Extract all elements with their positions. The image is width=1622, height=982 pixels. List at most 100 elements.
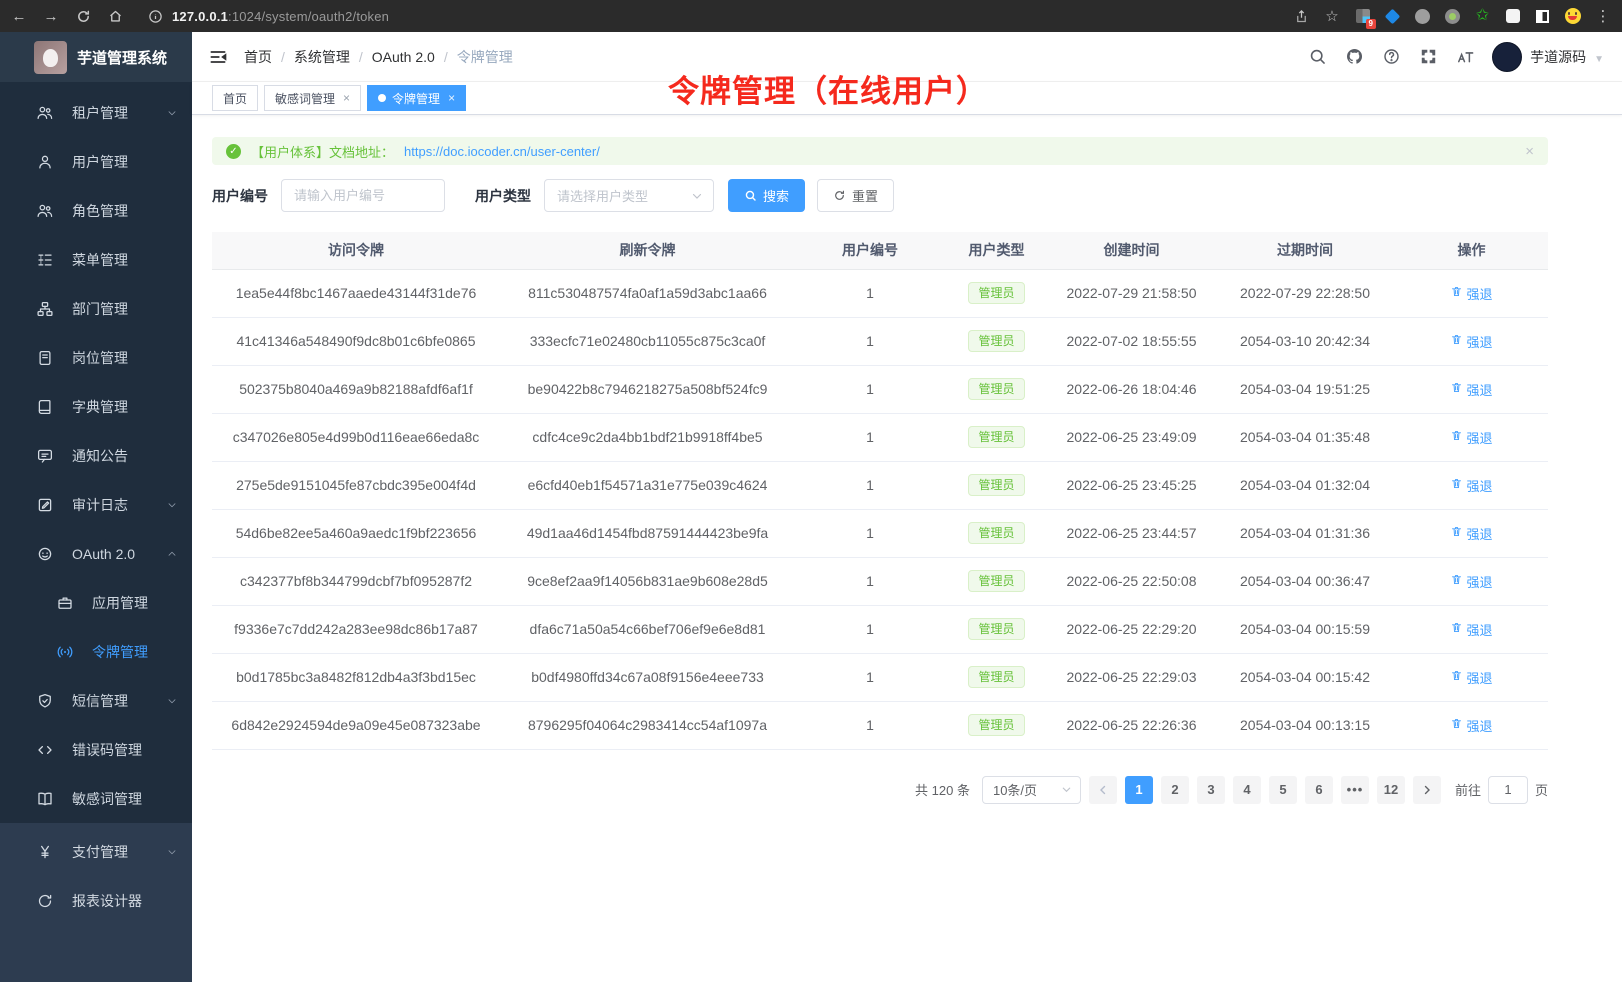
force-logout-button[interactable]: 强退 [1450, 716, 1492, 735]
reading-list-icon[interactable] [1534, 8, 1551, 25]
audit-icon [36, 496, 54, 514]
sidebar-item-post[interactable]: 岗位管理 [0, 333, 192, 382]
doc-link[interactable]: https://doc.iocoder.cn/user-center/ [404, 144, 600, 159]
force-logout-button[interactable]: 强退 [1450, 668, 1492, 687]
prev-page-button[interactable] [1089, 776, 1117, 804]
extension-gem-icon[interactable] [1384, 8, 1401, 25]
search-icon[interactable] [1307, 47, 1327, 67]
breadcrumb-item[interactable]: 首页 [244, 47, 272, 67]
force-logout-button[interactable]: 强退 [1450, 572, 1492, 591]
sidebar-item-oauth2[interactable]: OAuth 2.0 [0, 529, 192, 578]
fullscreen-icon[interactable] [1418, 47, 1438, 67]
extension-circle-icon[interactable] [1414, 8, 1431, 25]
trash-icon [1450, 621, 1463, 637]
tab-home[interactable]: 首页 [212, 85, 258, 111]
search-button[interactable]: 搜索 [728, 179, 805, 212]
extension-record-icon[interactable] [1444, 8, 1461, 25]
force-logout-button[interactable]: 强退 [1450, 380, 1492, 399]
sidebar-item-menu[interactable]: 菜单管理 [0, 235, 192, 284]
bookmark-star-icon[interactable]: ☆ [1323, 7, 1341, 25]
alert-close-icon[interactable]: × [1525, 143, 1534, 160]
sidebar-item-oauth2-token[interactable]: 令牌管理 [0, 627, 192, 676]
extension-grid-icon[interactable]: 9 [1354, 8, 1371, 25]
breadcrumb-item[interactable]: 系统管理 [294, 47, 350, 67]
back-icon[interactable]: ← [10, 7, 28, 25]
user-type-select[interactable]: 请选择用户类型 [544, 179, 714, 212]
user-menu[interactable]: 芋道源码 ▼ [1492, 42, 1604, 72]
page-button-6[interactable]: 6 [1305, 776, 1333, 804]
search-button-label: 搜索 [763, 186, 789, 205]
created-time-cell: 2022-06-25 22:29:03 [1048, 653, 1215, 701]
close-icon[interactable]: × [343, 91, 350, 105]
sidebar-item-sensitive[interactable]: 敏感词管理 [0, 774, 192, 823]
reset-button[interactable]: 重置 [817, 179, 894, 212]
access-token-cell: 6d842e2924594de9a09e45e087323abe [212, 701, 500, 749]
page-button-3[interactable]: 3 [1197, 776, 1225, 804]
refresh-token-cell: 811c530487574fa0af1a59d3abc1aa66 [500, 269, 795, 317]
extension-badge: 9 [1366, 19, 1376, 29]
url-text: 127.0.0.1:1024/system/oauth2/token [172, 9, 389, 24]
page-ellipsis[interactable]: ••• [1341, 776, 1369, 804]
font-size-icon[interactable] [1455, 47, 1475, 67]
sidebar-item-label: 岗位管理 [72, 348, 178, 368]
user-type-tag: 管理员 [968, 378, 1024, 400]
user-type-cell: 管理员 [945, 605, 1048, 653]
sidebar-item-dept[interactable]: 部门管理 [0, 284, 192, 333]
page-button-5[interactable]: 5 [1269, 776, 1297, 804]
user-type-cell: 管理员 [945, 317, 1048, 365]
created-time-cell: 2022-06-25 22:50:08 [1048, 557, 1215, 605]
dict-icon [36, 398, 54, 416]
force-logout-label: 强退 [1466, 428, 1492, 447]
action-cell: 强退 [1395, 701, 1548, 749]
github-icon[interactable] [1344, 47, 1364, 67]
force-logout-button[interactable]: 强退 [1450, 284, 1492, 303]
close-icon[interactable]: × [448, 91, 455, 105]
profile-emoji-icon[interactable] [1564, 8, 1581, 25]
page-button-4[interactable]: 4 [1233, 776, 1261, 804]
page-size-select[interactable]: 10条/页 [982, 776, 1081, 804]
force-logout-button[interactable]: 强退 [1450, 524, 1492, 543]
sidebar-item-pay[interactable]: 支付管理 [0, 827, 192, 876]
reload-icon[interactable] [74, 7, 92, 25]
browser-menu-icon[interactable]: ⋮ [1594, 7, 1612, 25]
address-bar[interactable]: 127.0.0.1:1024/system/oauth2/token [146, 7, 1278, 25]
breadcrumb-item[interactable]: OAuth 2.0 [372, 49, 435, 65]
sidebar-item-notice[interactable]: 通知公告 [0, 431, 192, 480]
force-logout-button[interactable]: 强退 [1450, 332, 1492, 351]
user-id-input[interactable] [281, 179, 445, 212]
force-logout-button[interactable]: 强退 [1450, 476, 1492, 495]
user-id-cell: 1 [795, 509, 945, 557]
sidebar-item-user[interactable]: 用户管理 [0, 137, 192, 186]
share-icon[interactable] [1292, 7, 1310, 25]
force-logout-button[interactable]: 强退 [1450, 620, 1492, 639]
logo-bar[interactable]: 芋道管理系统 [0, 32, 192, 82]
force-logout-button[interactable]: 强退 [1450, 428, 1492, 447]
column-header: 创建时间 [1048, 232, 1215, 269]
refresh-token-cell: e6cfd40eb1f54571a31e775e039c4624 [500, 461, 795, 509]
help-icon[interactable] [1381, 47, 1401, 67]
extension-star-icon[interactable]: ✩ [1474, 8, 1491, 25]
column-header: 访问令牌 [212, 232, 500, 269]
forward-icon[interactable]: → [42, 7, 60, 25]
home-icon[interactable] [106, 7, 124, 25]
page-button-12[interactable]: 12 [1377, 776, 1405, 804]
collapse-sidebar-icon[interactable] [208, 47, 228, 67]
next-page-button[interactable] [1413, 776, 1441, 804]
goto-page-input[interactable] [1488, 776, 1528, 804]
tab-sensitive-words[interactable]: 敏感词管理× [264, 85, 361, 111]
page-button-2[interactable]: 2 [1161, 776, 1189, 804]
sidebar-item-oauth2-app[interactable]: 应用管理 [0, 578, 192, 627]
site-info-icon[interactable] [146, 7, 164, 25]
sidebar-item-role[interactable]: 角色管理 [0, 186, 192, 235]
sidebar-item-report[interactable]: 报表设计器 [0, 876, 192, 925]
page-button-1[interactable]: 1 [1125, 776, 1153, 804]
sidebar-item-tenant[interactable]: 租户管理 [0, 88, 192, 137]
refresh-token-cell: 333ecfc71e02480cb11055c875c3ca0f [500, 317, 795, 365]
tab-token-management[interactable]: 令牌管理× [367, 85, 466, 111]
sidebar-item-dict[interactable]: 字典管理 [0, 382, 192, 431]
extension-puzzle-icon[interactable] [1504, 8, 1521, 25]
chevron-down-icon: ▼ [1594, 54, 1604, 65]
sidebar-item-audit-log[interactable]: 审计日志 [0, 480, 192, 529]
sidebar-item-sms[interactable]: 短信管理 [0, 676, 192, 725]
sidebar-item-error-code[interactable]: 错误码管理 [0, 725, 192, 774]
